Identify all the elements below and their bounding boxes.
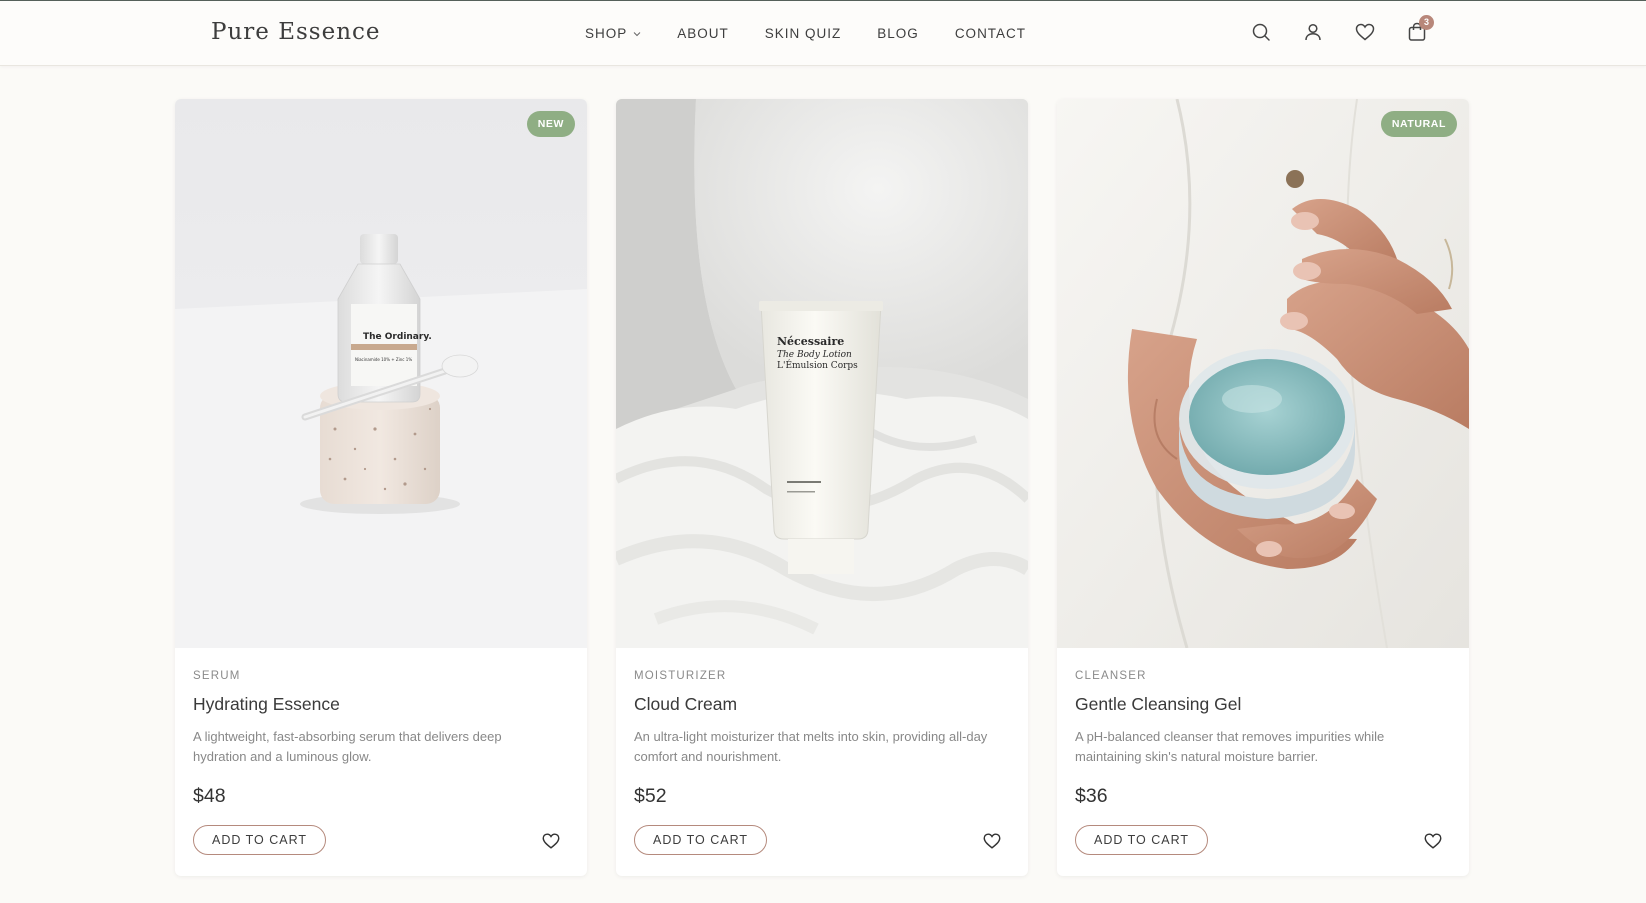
nav-item-label: SKIN QUIZ	[764, 26, 842, 41]
product-info: CLEANSER Gentle Cleansing Gel A pH-balan…	[1057, 648, 1469, 876]
search-button[interactable]	[1250, 21, 1272, 43]
product-image[interactable]: Nécessaire The Body Lotion L'Émulsion Co…	[616, 99, 1028, 648]
bottle-product-text: Niacinamide 10% + Zinc 1%	[355, 357, 412, 362]
add-to-cart-button[interactable]: ADD TO CART	[193, 825, 327, 855]
serum-bottle-illustration: The Ordinary. Niacinamide 10% + Zinc 1%	[175, 99, 587, 648]
add-to-cart-button[interactable]: ADD TO CART	[1075, 825, 1209, 855]
nav-item-label: ABOUT	[677, 26, 729, 41]
product-description: A lightweight, fast-absorbing serum that…	[193, 729, 502, 764]
heart-icon[interactable]	[541, 831, 561, 851]
tube-brand-text: Nécessaire	[777, 335, 844, 348]
product-category: MOISTURIZER	[634, 670, 727, 682]
nav-item-blog[interactable]: BLOG	[877, 26, 919, 41]
site-header: Pure Essence SHOP ABOUT SKIN QUIZ BLOG C…	[0, 0, 1646, 66]
heart-icon[interactable]	[982, 831, 1002, 851]
cart-button[interactable]: 3	[1406, 15, 1434, 43]
lotion-tube-illustration: Nécessaire The Body Lotion L'Émulsion Co…	[616, 99, 1028, 648]
brand-logo[interactable]: Pure Essence	[211, 19, 381, 45]
product-card: NATURAL CLEANSER Gentle Cleansing Gel A …	[1057, 99, 1469, 876]
product-card: Nécessaire The Body Lotion L'Émulsion Co…	[616, 99, 1028, 876]
product-info: MOISTURIZER Cloud Cream An ultra-light m…	[616, 648, 1028, 876]
tube-line-2: L'Émulsion Corps	[777, 359, 858, 371]
product-title[interactable]: Cloud Cream	[634, 694, 1010, 715]
product-image[interactable]: NATURAL	[1057, 99, 1469, 648]
product-grid: The Ordinary. Niacinamide 10% + Zinc 1% …	[175, 99, 1469, 876]
product-description: An ultra-light moisturizer that melts in…	[634, 729, 988, 764]
nav-item-shop[interactable]: SHOP	[585, 26, 641, 41]
product-title[interactable]: Hydrating Essence	[193, 694, 569, 715]
heart-icon	[1355, 23, 1375, 41]
nav-item-label: SHOP	[585, 26, 628, 41]
product-card: The Ordinary. Niacinamide 10% + Zinc 1% …	[175, 99, 587, 876]
nav-item-label: BLOG	[877, 26, 919, 41]
nav-item-label: CONTACT	[954, 26, 1027, 41]
product-image[interactable]: The Ordinary. Niacinamide 10% + Zinc 1% …	[175, 99, 587, 648]
user-icon	[1305, 23, 1321, 41]
product-price: $52	[634, 785, 667, 807]
product-price: $48	[193, 785, 226, 807]
header-actions: 3	[1250, 15, 1434, 43]
main-nav: SHOP ABOUT SKIN QUIZ BLOG CONTACT	[585, 26, 1026, 41]
tube-line-1: The Body Lotion	[777, 350, 852, 360]
product-title[interactable]: Gentle Cleansing Gel	[1075, 694, 1451, 715]
search-icon	[1252, 23, 1270, 41]
bottle-brand-text: The Ordinary.	[363, 332, 432, 342]
wishlist-button[interactable]	[1354, 21, 1376, 43]
nav-item-skin-quiz[interactable]: SKIN QUIZ	[765, 26, 842, 41]
nav-item-about[interactable]: ABOUT	[677, 26, 729, 41]
heart-icon[interactable]	[1423, 831, 1443, 851]
nav-item-contact[interactable]: CONTACT	[955, 26, 1026, 41]
product-description: A pH-balanced cleanser that removes impu…	[1075, 729, 1385, 764]
product-category: CLEANSER	[1075, 670, 1147, 682]
product-category: SERUM	[193, 670, 241, 682]
product-info: SERUM Hydrating Essence A lightweight, f…	[175, 648, 587, 876]
account-button[interactable]	[1302, 21, 1324, 43]
product-price: $36	[1075, 785, 1108, 807]
cart-count-badge: 3	[1419, 15, 1434, 30]
product-badge-new: NEW	[526, 111, 575, 137]
product-badge-natural: NATURAL	[1380, 111, 1457, 137]
gel-jar-illustration	[1057, 99, 1469, 648]
add-to-cart-button[interactable]: ADD TO CART	[634, 825, 768, 855]
chevron-down-icon	[633, 31, 641, 36]
